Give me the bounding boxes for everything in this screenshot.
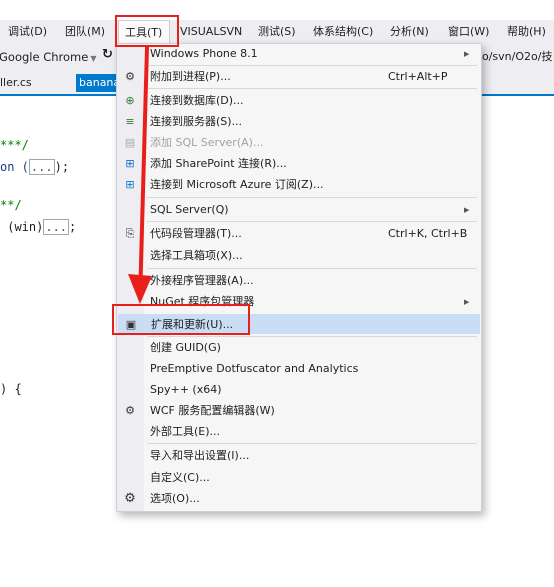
tools-menu-dropdown: Windows Phone 8.1 ▶ ⚙ 附加到进程(P)... Ctrl+A… xyxy=(116,43,482,512)
server-connect-icon: ≡ xyxy=(125,115,135,128)
code-line-2: on (...); xyxy=(0,159,70,175)
windows-azure-icon: ⊞ xyxy=(125,178,135,191)
menu-test[interactable]: 测试(S) xyxy=(258,20,296,44)
menu-item-label: 外部工具(E)... xyxy=(150,425,221,438)
menu-item-windows-phone[interactable]: Windows Phone 8.1 ▶ xyxy=(118,44,480,64)
menu-bar: 调试(D) 团队(M) 工具(T) VISUALSVN 测试(S) 体系结构(C… xyxy=(0,20,554,44)
menu-item-label: 添加 SQL Server(A)... xyxy=(150,136,264,149)
menu-item-label: 连接到数据库(D)... xyxy=(150,94,244,107)
menu-item-snippet-manager[interactable]: ⎘ 代码段管理器(T)... Ctrl+K, Ctrl+B xyxy=(118,224,480,244)
attach-icon: ⚙ xyxy=(125,70,135,83)
menu-item-label: Spy++ (x64) xyxy=(150,383,222,396)
menu-item-label: 附加到进程(P)... xyxy=(150,70,231,83)
collapsed-region[interactable]: ... xyxy=(28,159,55,175)
menu-item-label: 连接到服务器(S)... xyxy=(150,115,243,128)
menu-item-label: 创建 GUID(G) xyxy=(150,341,221,354)
tab-controller[interactable]: ller.cs xyxy=(0,76,32,89)
collapsed-region-2[interactable]: ... xyxy=(43,219,70,235)
menu-item-label: WCF 服务配置编辑器(W) xyxy=(150,404,275,417)
menu-separator xyxy=(147,221,477,222)
menu-item-wcf-editor[interactable]: ⚙ WCF 服务配置编辑器(W) xyxy=(118,401,480,421)
menu-item-import-export[interactable]: 导入和导出设置(I)... xyxy=(118,446,480,466)
menu-separator xyxy=(147,88,477,89)
database-connect-icon: ⊕ xyxy=(125,94,135,107)
menu-item-add-sql-server: ▤ 添加 SQL Server(A)... xyxy=(118,133,480,153)
code-call: (win) xyxy=(0,220,44,234)
menu-debug[interactable]: 调试(D) xyxy=(8,20,47,44)
browser-name: Google Chrome xyxy=(0,50,89,64)
menu-item-external-tools[interactable]: 外部工具(E)... xyxy=(118,422,480,442)
menu-item-label: Windows Phone 8.1 xyxy=(150,47,258,60)
menu-item-addin-manager[interactable]: 外接程序管理器(A)... xyxy=(118,271,480,291)
code-comment-1: ***/ xyxy=(0,138,29,152)
menu-item-label: 选择工具箱项(X)... xyxy=(150,249,243,262)
code-comment-2: **/ xyxy=(0,198,22,212)
menu-item-label: SQL Server(Q) xyxy=(150,203,229,216)
code-line-4: (win)...; xyxy=(0,219,77,235)
menu-help[interactable]: 帮助(H) xyxy=(507,20,546,44)
menu-item-dotfuscator[interactable]: PreEmptive Dotfuscator and Analytics xyxy=(118,359,480,379)
menu-window[interactable]: 窗口(W) xyxy=(448,20,489,44)
menu-separator xyxy=(147,65,477,66)
menu-team[interactable]: 团队(M) xyxy=(65,20,105,44)
menu-item-label: 连接到 Microsoft Azure 订阅(Z)... xyxy=(150,178,324,191)
code-call-end: ; xyxy=(69,220,77,234)
menu-item-label: 自定义(C)... xyxy=(150,471,210,484)
menu-item-label: 选项(O)... xyxy=(150,492,200,505)
menu-visualsvn[interactable]: VISUALSVN xyxy=(180,20,242,44)
menu-item-connect-database[interactable]: ⊕ 连接到数据库(D)... xyxy=(118,91,480,111)
svn-path: o/svn/O2o/技 xyxy=(482,50,553,63)
menu-item-attach-process[interactable]: ⚙ 附加到进程(P)... Ctrl+Alt+P xyxy=(118,67,480,87)
sharepoint-icon: ⊞ xyxy=(125,157,135,170)
menu-item-customize[interactable]: 自定义(C)... xyxy=(118,468,480,488)
menu-separator xyxy=(147,268,477,269)
menu-analyze[interactable]: 分析(N) xyxy=(390,20,429,44)
refresh-icon[interactable]: ↻ xyxy=(102,47,113,62)
browser-selector[interactable]: Google Chrome ▼ xyxy=(0,47,96,67)
submenu-arrow-icon: ▶ xyxy=(464,50,470,58)
menu-architecture[interactable]: 体系结构(C) xyxy=(313,20,373,44)
menu-item-label: 代码段管理器(T)... xyxy=(150,227,242,240)
menu-item-add-sharepoint[interactable]: ⊞ 添加 SharePoint 连接(R)... xyxy=(118,154,480,174)
menu-item-label: 导入和导出设置(I)... xyxy=(150,449,250,462)
code-method-end: ); xyxy=(54,160,70,174)
menu-shortcut: Ctrl+Alt+P xyxy=(388,70,448,83)
menu-item-label: 添加 SharePoint 连接(R)... xyxy=(150,157,287,170)
wcf-config-icon: ⚙ xyxy=(125,404,135,417)
menu-item-connect-azure[interactable]: ⊞ 连接到 Microsoft Azure 订阅(Z)... xyxy=(118,175,480,195)
menu-item-choose-toolbox[interactable]: 选择工具箱项(X)... xyxy=(118,246,480,266)
code-method-name: on ( xyxy=(0,160,29,174)
annotation-extensions-highlight xyxy=(112,304,250,335)
menu-item-spy[interactable]: Spy++ (x64) xyxy=(118,380,480,400)
menu-shortcut: Ctrl+K, Ctrl+B xyxy=(388,227,468,240)
code-line-5: ) { xyxy=(0,382,22,396)
annotation-tools-highlight xyxy=(115,15,179,47)
menu-separator xyxy=(147,197,477,198)
chevron-down-icon: ▼ xyxy=(90,54,97,63)
sql-add-icon: ▤ xyxy=(124,136,136,149)
menu-item-create-guid[interactable]: 创建 GUID(G) xyxy=(118,338,480,358)
menu-item-label: PreEmptive Dotfuscator and Analytics xyxy=(150,362,359,375)
snippet-icon: ⎘ xyxy=(125,227,135,240)
submenu-arrow-icon: ▶ xyxy=(464,298,470,306)
menu-item-connect-server[interactable]: ≡ 连接到服务器(S)... xyxy=(118,112,480,132)
menu-item-options[interactable]: ⚙ 选项(O)... xyxy=(118,489,480,509)
menu-item-sql-server[interactable]: SQL Server(Q) ▶ xyxy=(118,200,480,220)
menu-item-label: 外接程序管理器(A)... xyxy=(150,274,254,287)
menu-separator xyxy=(147,336,477,337)
gear-icon: ⚙ xyxy=(124,491,136,506)
submenu-arrow-icon: ▶ xyxy=(464,206,470,214)
menu-separator xyxy=(147,443,477,444)
